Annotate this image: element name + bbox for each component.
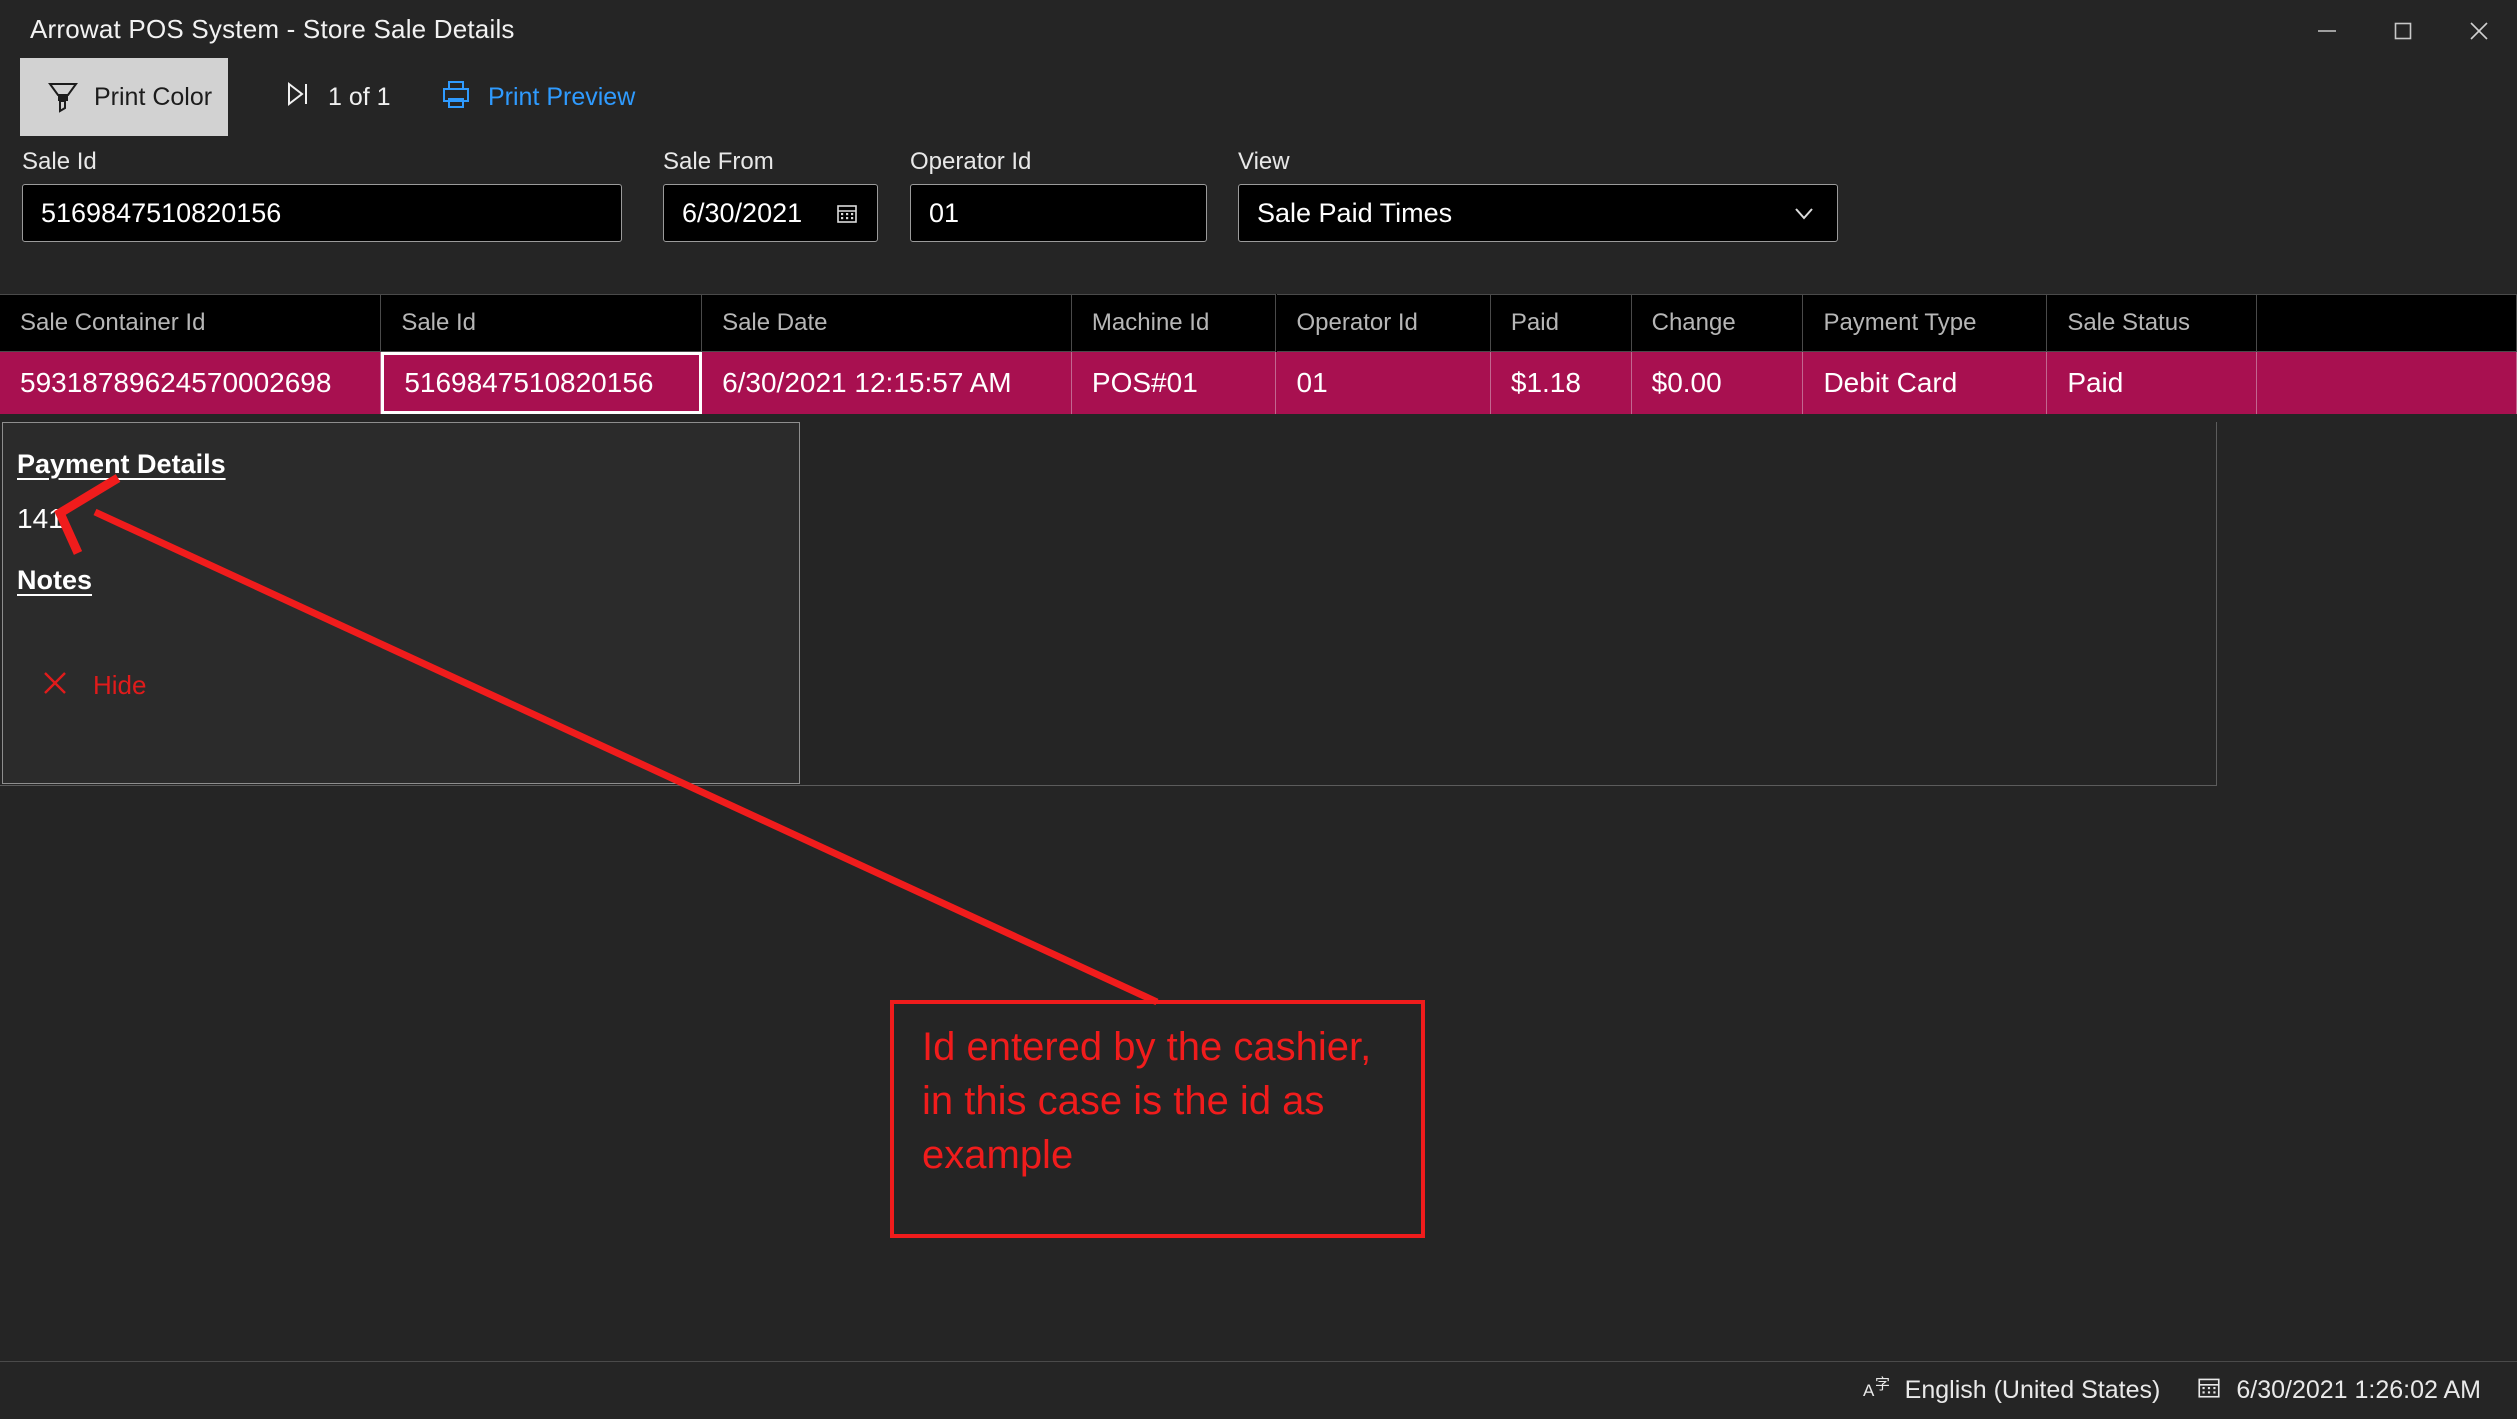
language-label: English (United States) xyxy=(1904,1376,2161,1404)
view-dropdown[interactable]: Sale Paid Times xyxy=(1238,184,1838,242)
status-bar: A 字 English (United States) 6/30/2021 1:… xyxy=(0,1361,2517,1419)
view-value: Sale Paid Times xyxy=(1257,197,1453,228)
column-header[interactable]: Payment Type xyxy=(1803,294,2048,352)
table-cell[interactable] xyxy=(2257,352,2517,414)
minimize-button[interactable] xyxy=(2289,0,2365,62)
view-label: View xyxy=(1238,148,1290,175)
grid-header-row: Sale Container Id Sale Id Sale Date Machine… xyxy=(0,294,2517,352)
print-color-label: Print Color xyxy=(94,82,213,111)
hide-button[interactable]: Hide xyxy=(41,667,146,704)
table-cell[interactable]: 01 xyxy=(1277,352,1491,414)
table-cell[interactable]: 6/30/2021 12:15:57 AM xyxy=(702,352,1072,414)
table-cell[interactable]: Debit Card xyxy=(1803,352,2048,414)
input-language-icon: A 字 xyxy=(1863,1374,1891,1407)
maximize-button[interactable] xyxy=(2365,0,2441,62)
calendar-icon[interactable] xyxy=(835,201,859,225)
column-header[interactable]: Sale Container Id xyxy=(0,294,382,352)
operator-id-label: Operator Id xyxy=(910,148,1032,175)
toolbar: Print Color 1 of 1 Print Preview xyxy=(0,56,2517,140)
sale-id-value: 5169847510820156 xyxy=(41,197,282,228)
printer-marker-icon xyxy=(46,78,80,116)
annotation-callout: Id entered by the cashier, in this case … xyxy=(890,1000,1425,1238)
payment-details-title: Payment Details xyxy=(17,449,226,479)
title-bar: Arrowat POS System - Store Sale Details xyxy=(0,0,2517,62)
sale-from-datepicker[interactable]: 6/30/2021 xyxy=(663,184,878,242)
sale-from-label: Sale From xyxy=(663,148,774,175)
column-header[interactable]: Sale Id xyxy=(381,294,703,352)
chevron-down-icon[interactable] xyxy=(1789,198,1819,228)
print-preview-label: Print Preview xyxy=(488,82,636,111)
svg-text:字: 字 xyxy=(1875,1376,1890,1393)
app-window: Arrowat POS System - Store Sale Details xyxy=(0,0,2517,1419)
payment-details-value: 141 xyxy=(17,503,64,534)
operator-id-input[interactable]: 01 xyxy=(910,184,1207,242)
next-page-icon[interactable] xyxy=(282,79,312,116)
column-header[interactable]: Sale Status xyxy=(2047,294,2257,352)
calendar-icon xyxy=(2196,1374,2222,1407)
printer-icon xyxy=(440,78,472,117)
notes-title: Notes xyxy=(17,565,93,595)
window-controls xyxy=(2289,0,2517,62)
page-navigator[interactable]: 1 of 1 xyxy=(282,58,391,136)
hide-label: Hide xyxy=(93,670,147,700)
table-cell[interactable]: 5169847510820156 xyxy=(381,352,703,414)
column-header[interactable]: Sale Date xyxy=(702,294,1072,352)
column-header[interactable]: Operator Id xyxy=(1276,294,1491,352)
payment-detail-panel: Payment Details 141 Notes Hide xyxy=(2,422,800,784)
column-header[interactable] xyxy=(2256,294,2517,352)
column-header[interactable]: Change xyxy=(1631,294,1804,352)
table-cell[interactable]: $1.18 xyxy=(1491,352,1632,414)
table-cell[interactable]: POS#01 xyxy=(1072,352,1277,414)
sales-grid: Sale Container Id Sale Id Sale Date Machine… xyxy=(0,294,2517,414)
close-button[interactable] xyxy=(2441,0,2517,62)
table-cell[interactable]: 59318789624570002698 xyxy=(0,352,382,414)
print-preview-button[interactable]: Print Preview xyxy=(440,58,635,136)
svg-text:A: A xyxy=(1863,1381,1875,1400)
window-title: Arrowat POS System - Store Sale Details xyxy=(30,14,515,44)
print-color-button[interactable]: Print Color xyxy=(20,58,228,136)
close-x-icon xyxy=(41,667,71,704)
table-cell[interactable]: $0.00 xyxy=(1632,352,1804,414)
language-indicator[interactable]: A 字 English (United States) xyxy=(1863,1374,2161,1407)
sale-from-value: 6/30/2021 xyxy=(682,197,803,228)
column-header[interactable]: Paid xyxy=(1490,294,1632,352)
filter-bar: Sale Id 5169847510820156 Sale From 6/30/… xyxy=(0,148,2517,278)
table-row[interactable]: 59318789624570002698 5169847510820156 6/30… xyxy=(0,352,2517,414)
page-indicator: 1 of 1 xyxy=(328,82,391,111)
column-header[interactable]: Machine Id xyxy=(1071,294,1277,352)
datetime-indicator[interactable]: 6/30/2021 1:26:02 AM xyxy=(2196,1374,2481,1407)
sale-id-label: Sale Id xyxy=(22,148,97,175)
sale-id-input[interactable]: 5169847510820156 xyxy=(22,184,622,242)
datetime-label: 6/30/2021 1:26:02 AM xyxy=(2236,1376,2481,1404)
operator-id-value: 01 xyxy=(929,197,960,228)
table-cell[interactable]: Paid xyxy=(2047,352,2257,414)
